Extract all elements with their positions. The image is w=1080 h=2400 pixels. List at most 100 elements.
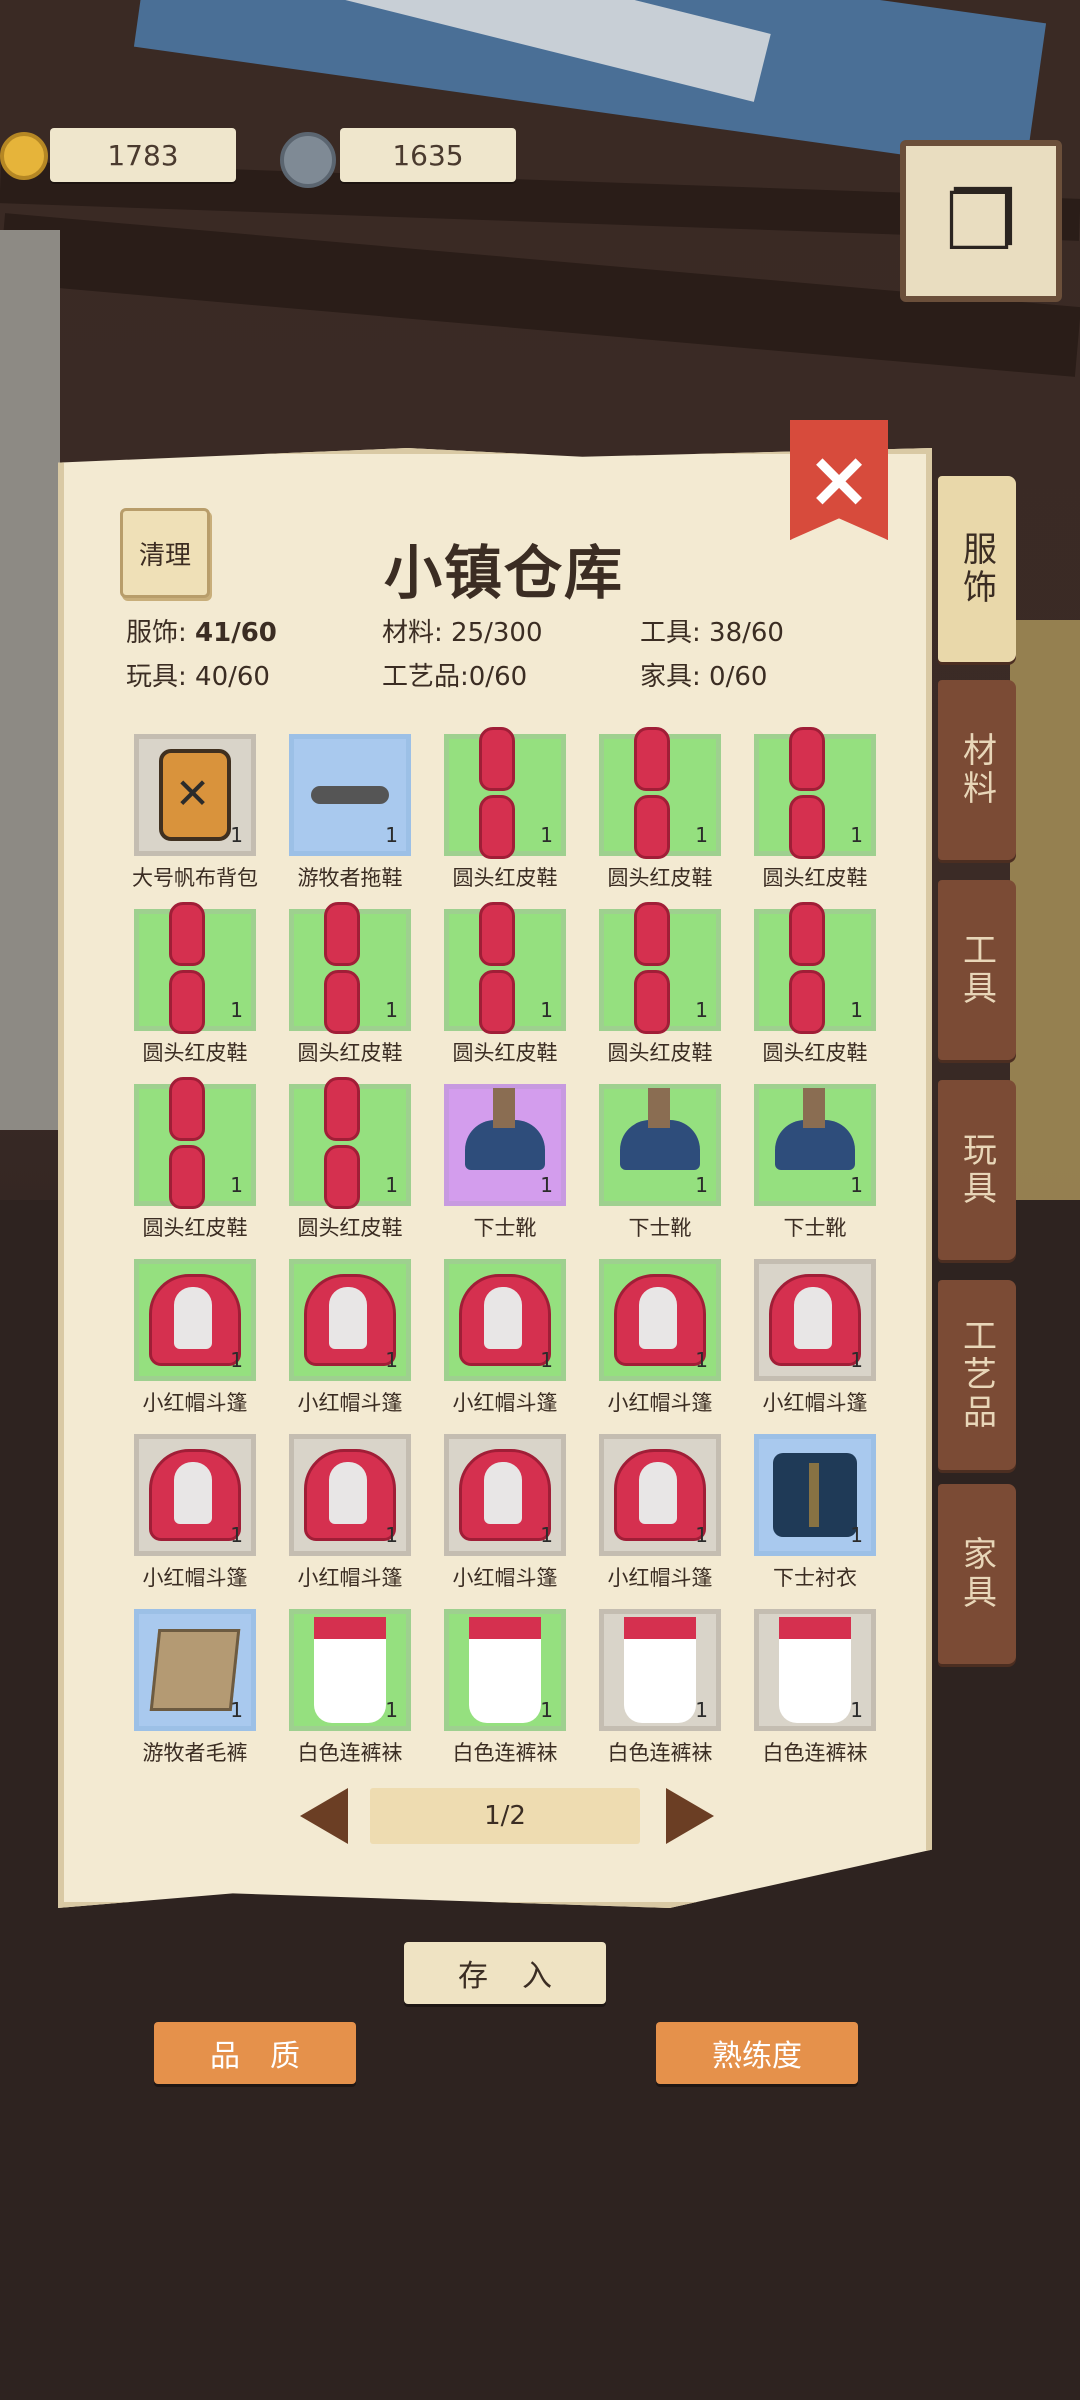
inventory-item[interactable]: 1 白色连裤袜 <box>754 1609 876 1769</box>
item-name: 圆头红皮鞋 <box>452 1041 558 1065</box>
inventory-item[interactable]: 1 圆头红皮鞋 <box>444 902 566 1069</box>
item-slot[interactable]: 1 <box>599 1609 721 1731</box>
item-slot[interactable]: 1 <box>134 1434 256 1556</box>
item-slot[interactable]: 1 <box>134 734 256 856</box>
inventory-item[interactable]: 1 大号帆布背包 <box>132 734 258 894</box>
stat-value: 25/300 <box>451 618 543 648</box>
stat-label: 家具: <box>640 662 710 692</box>
item-slot[interactable]: 1 <box>599 902 721 1034</box>
inventory-item[interactable]: 1 圆头红皮鞋 <box>444 727 566 894</box>
item-count: 1 <box>385 1173 398 1197</box>
stat-value: 0/60 <box>709 662 768 692</box>
tab-clothing[interactable]: 服饰 <box>938 476 1016 662</box>
item-slot[interactable]: 1 <box>134 1609 256 1731</box>
red-cloak-icon <box>149 1449 241 1541</box>
inventory-item[interactable]: 1 游牧者毛裤 <box>134 1609 256 1769</box>
item-name: 下士靴 <box>628 1216 692 1240</box>
tab-furniture[interactable]: 家具 <box>938 1484 1016 1664</box>
item-name: 圆头红皮鞋 <box>142 1216 248 1240</box>
tights-icon <box>469 1617 541 1723</box>
item-slot[interactable]: 1 <box>444 727 566 859</box>
red-shoes-icon <box>477 727 533 863</box>
item-slot[interactable]: 1 <box>754 1609 876 1731</box>
item-slot[interactable]: 1 <box>599 1259 721 1381</box>
inventory-item[interactable]: 1 圆头红皮鞋 <box>134 1077 256 1244</box>
boots-icon <box>620 1088 700 1170</box>
map-button[interactable]: ❐ <box>900 140 1062 302</box>
item-slot[interactable]: 1 <box>289 1434 411 1556</box>
inventory-item[interactable]: 1 圆头红皮鞋 <box>754 902 876 1069</box>
item-count: 1 <box>695 1698 708 1722</box>
inventory-item[interactable]: 1 圆头红皮鞋 <box>599 727 721 894</box>
item-name: 小红帽斗篷 <box>142 1566 248 1590</box>
prev-page-button[interactable] <box>300 1788 348 1844</box>
stat-value: 0/60 <box>468 662 528 692</box>
red-cloak-icon <box>459 1274 551 1366</box>
item-count: 1 <box>850 1348 863 1372</box>
item-slot[interactable]: 1 <box>754 902 876 1034</box>
proficiency-sort-button[interactable]: 熟练度 <box>656 2022 858 2084</box>
item-slot[interactable]: 1 <box>754 1434 876 1556</box>
inventory-item[interactable]: 1 小红帽斗篷 <box>599 1259 721 1419</box>
item-slot[interactable]: 1 <box>754 727 876 859</box>
inventory-item[interactable]: 1 圆头红皮鞋 <box>134 902 256 1069</box>
inventory-item[interactable]: 1 下士靴 <box>754 1084 876 1244</box>
item-slot[interactable]: 1 <box>289 734 411 856</box>
inventory-item[interactable]: 1 小红帽斗篷 <box>599 1434 721 1594</box>
item-slot[interactable]: 1 <box>289 1259 411 1381</box>
inventory-item[interactable]: 1 小红帽斗篷 <box>134 1259 256 1419</box>
inventory-item[interactable]: 1 小红帽斗篷 <box>289 1259 411 1419</box>
coin-counter: 1783 <box>50 128 236 182</box>
deposit-button[interactable]: 存入 <box>404 1942 606 2004</box>
tab-label: 工艺品 <box>956 1318 997 1432</box>
inventory-item[interactable]: 1 圆头红皮鞋 <box>599 902 721 1069</box>
item-slot[interactable]: 1 <box>444 1259 566 1381</box>
item-slot[interactable]: 1 <box>134 902 256 1034</box>
inventory-item[interactable]: 1 白色连裤袜 <box>599 1609 721 1769</box>
inventory-item[interactable]: 1 小红帽斗篷 <box>754 1259 876 1419</box>
item-slot[interactable]: 1 <box>134 1077 256 1209</box>
inventory-item[interactable]: 1 小红帽斗篷 <box>444 1259 566 1419</box>
item-slot[interactable]: 1 <box>599 727 721 859</box>
inventory-item[interactable]: 1 下士靴 <box>444 1084 566 1244</box>
item-count: 1 <box>695 1173 708 1197</box>
item-slot[interactable]: 1 <box>599 1434 721 1556</box>
stat-label: 工艺品: <box>382 662 469 692</box>
inventory-item[interactable]: 1 圆头红皮鞋 <box>289 1077 411 1244</box>
tab-toys[interactable]: 玩具 <box>938 1080 1016 1260</box>
inventory-item[interactable]: 1 下士衬衣 <box>754 1434 876 1594</box>
map-icon: ❐ <box>945 174 1017 268</box>
item-slot[interactable]: 1 <box>599 1084 721 1206</box>
tab-tools[interactable]: 工具 <box>938 880 1016 1060</box>
tab-crafts[interactable]: 工艺品 <box>938 1280 1016 1470</box>
inventory-item[interactable]: 1 小红帽斗篷 <box>134 1434 256 1594</box>
item-count: 1 <box>695 1523 708 1547</box>
item-slot[interactable]: 1 <box>134 1259 256 1381</box>
next-page-button[interactable] <box>666 1788 714 1844</box>
inventory-item[interactable]: 1 白色连裤袜 <box>289 1609 411 1769</box>
item-slot[interactable]: 1 <box>289 1077 411 1209</box>
item-slot[interactable]: 1 <box>444 1609 566 1731</box>
inventory-item[interactable]: 1 圆头红皮鞋 <box>289 902 411 1069</box>
tab-materials[interactable]: 材料 <box>938 680 1016 860</box>
item-slot[interactable]: 1 <box>444 1084 566 1206</box>
item-slot[interactable]: 1 <box>444 902 566 1034</box>
item-slot[interactable]: 1 <box>289 1609 411 1731</box>
item-name: 圆头红皮鞋 <box>452 866 558 890</box>
item-slot[interactable]: 1 <box>754 1259 876 1381</box>
quality-sort-button[interactable]: 品质 <box>154 2022 356 2084</box>
tights-icon <box>779 1617 851 1723</box>
item-slot[interactable]: 1 <box>444 1434 566 1556</box>
item-count: 1 <box>540 1173 553 1197</box>
item-name: 圆头红皮鞋 <box>297 1041 403 1065</box>
item-slot[interactable]: 1 <box>754 1084 876 1206</box>
inventory-item[interactable]: 1 小红帽斗篷 <box>289 1434 411 1594</box>
inventory-item[interactable]: 1 下士靴 <box>599 1084 721 1244</box>
inventory-item[interactable]: 1 圆头红皮鞋 <box>754 727 876 894</box>
inventory-item[interactable]: 1 白色连裤袜 <box>444 1609 566 1769</box>
inventory-item[interactable]: 1 游牧者拖鞋 <box>289 734 411 894</box>
inventory-item[interactable]: 1 小红帽斗篷 <box>444 1434 566 1594</box>
item-count: 1 <box>230 1523 243 1547</box>
item-name: 小红帽斗篷 <box>297 1566 403 1590</box>
item-slot[interactable]: 1 <box>289 902 411 1034</box>
